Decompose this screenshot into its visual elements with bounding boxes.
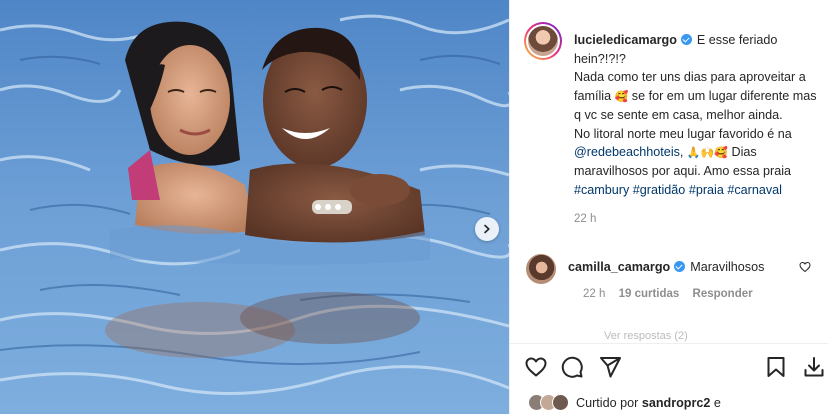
comment-timestamp[interactable]: 22 h [583, 288, 605, 300]
liked-by-user[interactable]: sandroprc2 [642, 396, 711, 410]
caption-timestamp[interactable]: 22 h [574, 210, 820, 229]
chevron-right-icon [484, 224, 490, 234]
hashtag-carnaval[interactable]: #carnaval [727, 183, 782, 197]
comment-item: camilla_camargo Maravilhosos 22 h 19 curt… [526, 254, 826, 300]
smiling-face-emoji-icon: 🥰 [614, 91, 629, 104]
comment-icon[interactable] [560, 355, 584, 379]
comment-heart-icon[interactable] [799, 261, 811, 273]
bookmark-icon[interactable] [764, 355, 788, 379]
avatar-inner [526, 24, 560, 58]
author-avatar[interactable] [524, 22, 562, 60]
liker-avatar[interactable] [552, 394, 569, 411]
caption-block: lucieledicamargo E esse feriado hein?!?!?… [524, 22, 824, 229]
caption-line-3a: No litoral norte meu lugar favorido é na [574, 126, 792, 141]
pool-photo [0, 0, 509, 414]
liked-by-suffix: e [713, 395, 721, 410]
view-replies-link[interactable]: Ver respostas (2) [604, 330, 688, 342]
post-photo[interactable] [0, 0, 509, 414]
author-username[interactable]: lucieledicamargo [574, 33, 677, 47]
action-bar [524, 355, 824, 381]
liked-by-row: Curtido por sandroprc2 e [528, 394, 721, 411]
commenter-avatar[interactable] [526, 254, 556, 284]
hashtag-praia[interactable]: #praia [689, 183, 724, 197]
liked-by-prefix: Curtido por [576, 395, 639, 410]
comment-reply-button[interactable]: Responder [693, 288, 753, 300]
commenter-username[interactable]: camilla_camargo [568, 260, 670, 274]
comment-body: camilla_camargo Maravilhosos [568, 258, 764, 284]
instagram-post: lucieledicamargo E esse feriado hein?!?!?… [0, 0, 828, 414]
avatar-image [528, 26, 558, 56]
hashtag-gratidao[interactable]: #gratidão [633, 183, 686, 197]
hashtag-cambury[interactable]: #cambury [574, 183, 629, 197]
comment-text: Maravilhosos [690, 260, 765, 274]
liked-by-text: Curtido por sandroprc2 e [576, 396, 721, 410]
verified-badge-icon [674, 261, 686, 272]
download-icon[interactable] [802, 355, 826, 379]
mention-link[interactable]: @redebeachhoteis [574, 145, 680, 159]
caption-comma: , [679, 145, 684, 160]
caption-text: lucieledicamargo E esse feriado hein?!?!?… [574, 31, 820, 229]
heart-icon[interactable] [524, 355, 548, 379]
divider [510, 343, 828, 344]
next-photo-button[interactable] [475, 217, 499, 241]
prayer-hands-emoji-icon: 🙏🙌🥰 [686, 147, 729, 160]
caption-line-2b: se for em um lugar diferente mas q vc se… [574, 89, 817, 122]
verified-badge-icon [680, 34, 692, 45]
comment-meta: 22 h 19 curtidas Responder [583, 288, 763, 300]
post-side-panel: lucieledicamargo E esse feriado hein?!?!?… [509, 0, 828, 414]
share-icon[interactable] [598, 355, 622, 379]
comment-likes[interactable]: 19 curtidas [619, 288, 680, 300]
